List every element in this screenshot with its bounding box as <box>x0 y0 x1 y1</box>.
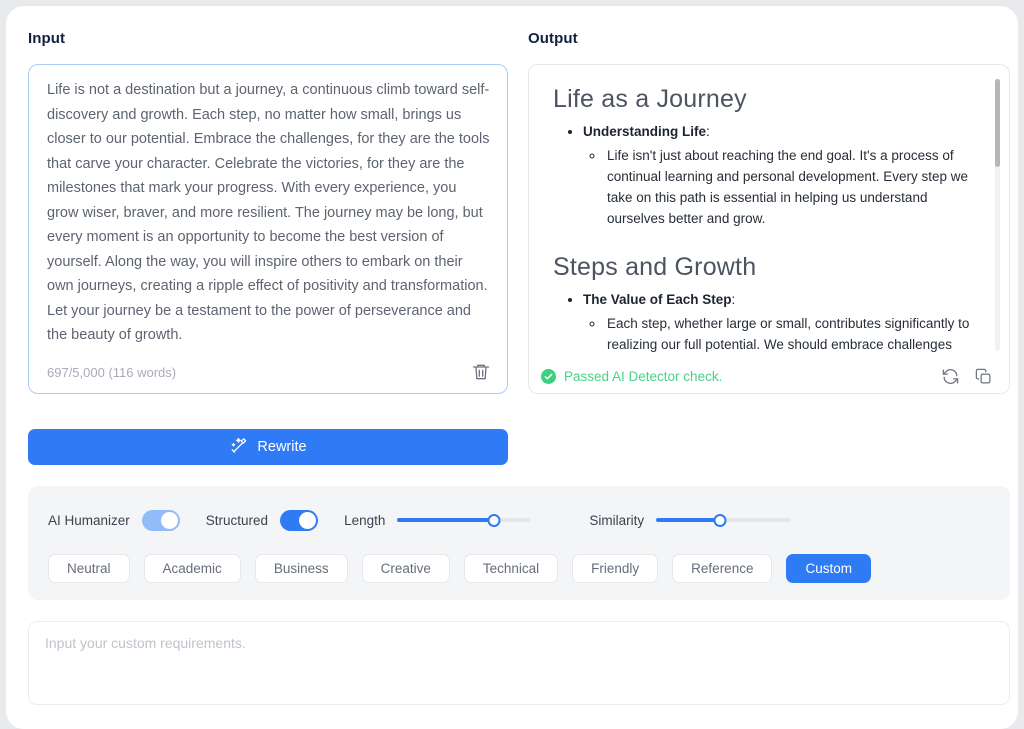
output-panel: Life as a Journey Understanding Life: Li… <box>528 64 1010 394</box>
preset-academic-button[interactable]: Academic <box>144 554 241 583</box>
bullet-suffix-1: : <box>706 124 710 139</box>
ai-humanizer-toggle[interactable] <box>142 510 180 531</box>
preset-business-button[interactable]: Business <box>255 554 348 583</box>
output-scrollbar[interactable] <box>995 79 1000 351</box>
panes-gap <box>508 64 528 394</box>
slider-knob[interactable] <box>714 514 727 527</box>
check-circle-icon <box>541 369 556 384</box>
output-list-2: The Value of Each Step: Each step, wheth… <box>565 292 979 355</box>
trash-icon[interactable] <box>471 362 491 382</box>
app-card: Input Output Life is not a destination b… <box>6 6 1018 729</box>
similarity-slider[interactable] <box>656 511 790 529</box>
output-footer: Passed AI Detector check. <box>529 359 1009 393</box>
output-list-1: Understanding Life: Life isn't just abou… <box>565 124 979 229</box>
bullet-label-1: Understanding Life <box>583 124 706 139</box>
input-text-content[interactable]: Life is not a destination but a journey,… <box>47 78 491 348</box>
length-label: Length <box>344 513 385 528</box>
output-heading-2: Steps and Growth <box>553 253 979 282</box>
input-footer: 697/5,000 (116 words) <box>47 361 491 383</box>
magic-wand-icon <box>229 436 248 459</box>
list-item: The Value of Each Step: Each step, wheth… <box>583 292 979 355</box>
structured-toggle[interactable] <box>280 510 318 531</box>
list-item: Life isn't just about reaching the end g… <box>605 145 979 229</box>
list-item: Each step, whether large or small, contr… <box>605 313 979 355</box>
rewrite-button[interactable]: Rewrite <box>28 429 508 465</box>
ai-detector-status: Passed AI Detector check. <box>564 369 722 384</box>
panes-row: Life is not a destination but a journey,… <box>28 64 1010 394</box>
preset-creative-button[interactable]: Creative <box>362 554 450 583</box>
input-textarea[interactable]: Life is not a destination but a journey,… <box>28 64 508 394</box>
style-preset-group: Neutral Academic Business Creative Technical… <box>48 554 871 583</box>
toggle-knob <box>161 512 178 529</box>
custom-requirements-placeholder: Input your custom requirements. <box>45 635 246 651</box>
length-slider[interactable] <box>397 511 531 529</box>
slider-knob[interactable] <box>487 514 500 527</box>
slider-fill <box>397 518 493 522</box>
preset-custom-button[interactable]: Custom <box>786 554 871 583</box>
input-panel-title: Input <box>28 30 528 47</box>
output-scrollbar-thumb[interactable] <box>995 79 1000 167</box>
output-scroll-area[interactable]: Life as a Journey Understanding Life: Li… <box>529 65 1009 363</box>
output-sublist-2: Each step, whether large or small, contr… <box>583 313 979 355</box>
copy-icon[interactable] <box>974 367 993 386</box>
settings-panel: AI Humanizer Structured Length Similarit… <box>28 486 1010 600</box>
toggle-knob <box>299 512 316 529</box>
output-panel-title: Output <box>528 30 1010 47</box>
rewrite-button-label: Rewrite <box>257 439 306 455</box>
list-item: Understanding Life: Life isn't just abou… <box>583 124 979 229</box>
slider-fill <box>656 518 720 522</box>
structured-label: Structured <box>206 513 268 528</box>
output-heading-1: Life as a Journey <box>553 85 979 114</box>
settings-controls-row: AI Humanizer Structured Length Similarit… <box>48 508 990 532</box>
panels-region: Input Output Life is not a destination b… <box>28 30 1010 394</box>
character-counter: 697/5,000 (116 words) <box>47 365 176 380</box>
ai-humanizer-label: AI Humanizer <box>48 513 130 528</box>
preset-friendly-button[interactable]: Friendly <box>572 554 658 583</box>
refresh-icon[interactable] <box>941 367 960 386</box>
bullet-suffix-2: : <box>732 292 736 307</box>
output-sublist-1: Life isn't just about reaching the end g… <box>583 145 979 229</box>
preset-neutral-button[interactable]: Neutral <box>48 554 130 583</box>
panel-headers: Input Output <box>28 30 1010 47</box>
bullet-label-2: The Value of Each Step <box>583 292 732 307</box>
similarity-label: Similarity <box>589 513 644 528</box>
custom-requirements-input[interactable]: Input your custom requirements. <box>28 621 1010 705</box>
preset-technical-button[interactable]: Technical <box>464 554 558 583</box>
preset-reference-button[interactable]: Reference <box>672 554 772 583</box>
